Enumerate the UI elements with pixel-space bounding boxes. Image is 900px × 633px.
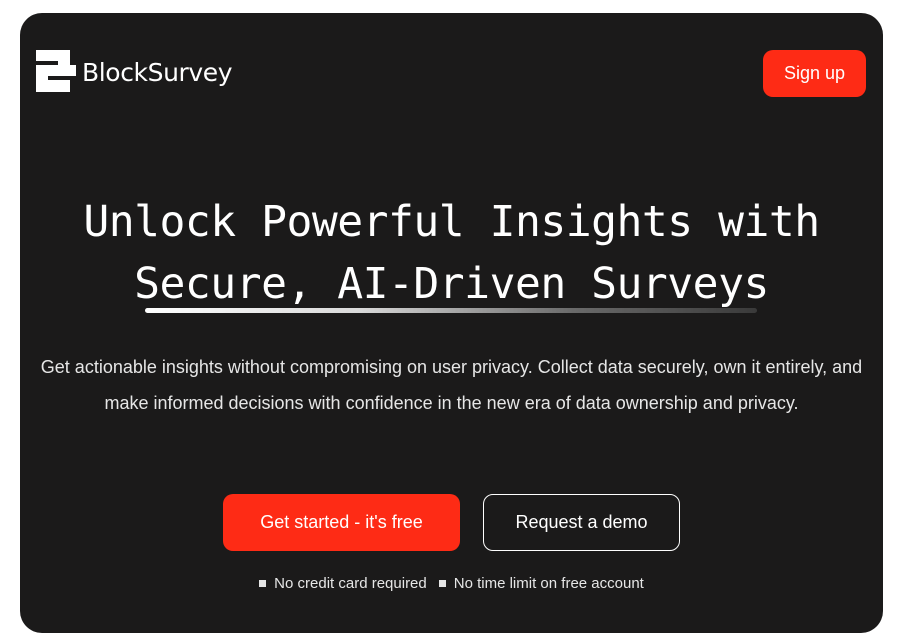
bullet-icon <box>438 580 446 587</box>
hero-subtext: Get actionable insights without compromi… <box>40 357 863 413</box>
request-demo-button[interactable]: Request a demo <box>483 494 680 551</box>
hero-card: BlockSurvey Sign up Unlock Powerful Insi… <box>20 13 883 633</box>
note-item: No time limit on free account <box>438 575 644 592</box>
hero-headline: Unlock Powerful Insights with Secure, AI… <box>20 191 883 315</box>
headline-line-1: Unlock Powerful Insights with <box>83 197 820 247</box>
note-item: No credit card required <box>259 575 427 592</box>
brand-name: BlockSurvey <box>82 57 233 87</box>
brand-logo[interactable]: BlockSurvey <box>36 50 233 92</box>
sign-up-button[interactable]: Sign up <box>763 50 866 97</box>
blocksurvey-logo-icon <box>36 50 76 92</box>
note-text: No credit card required <box>274 575 427 592</box>
note-text: No time limit on free account <box>453 575 644 592</box>
bullet-icon <box>259 580 267 587</box>
get-started-button[interactable]: Get started - it's free <box>223 494 460 551</box>
headline-underline <box>145 308 757 313</box>
headline-line-2: Secure, AI-Driven Surveys <box>134 259 769 309</box>
cta-notes: No credit card required No time limit on… <box>20 575 883 592</box>
